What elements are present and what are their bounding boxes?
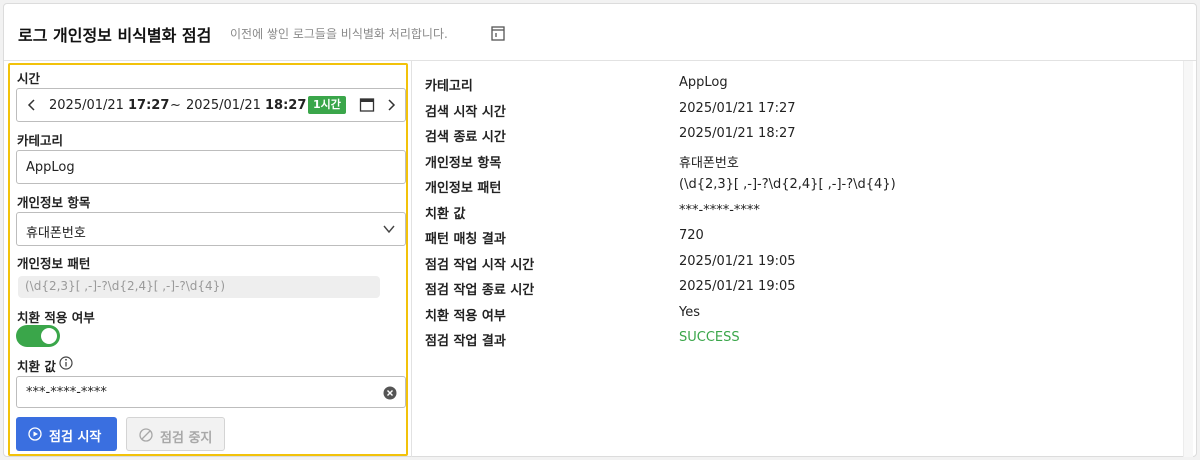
document-icon[interactable] [491,25,505,41]
detail-row: 카테고리 AppLog [425,75,1185,101]
replace-value-input[interactable]: ***-****-**** [16,376,406,408]
detail-value: 2025/01/21 19:05 [679,279,796,294]
pii-pattern-label: 개인정보 패턴 [17,256,91,271]
page-title: 로그 개인정보 비식별화 점검 [18,26,212,45]
detail-key: 점검 작업 결과 [425,334,506,349]
replace-value-label: 치환 값 [17,359,56,374]
detail-value: 휴대폰번호 [679,155,739,171]
duration-badge[interactable]: 1시간 [308,96,346,114]
detail-row: 검색 종료 시간 2025/01/21 18:27 [425,126,1185,152]
detail-row: 점검 작업 결과 SUCCESS [425,330,1185,356]
replace-apply-label: 치환 적용 여부 [17,310,95,325]
stop-circle-icon [139,428,153,442]
detail-row: 검색 시작 시간 2025/01/21 17:27 [425,101,1185,127]
time-label: 시간 [17,71,41,86]
detail-key: 치환 값 [425,206,466,222]
pii-item-select[interactable]: 휴대폰번호 [16,212,406,246]
play-circle-icon [28,427,42,441]
time-end-time: 18:27 [265,98,307,113]
time-start-date: 2025/01/21 [49,98,124,113]
detail-row: 점검 작업 시작 시간 2025/01/21 19:05 [425,254,1185,280]
chevron-down-icon [383,225,395,234]
replace-apply-toggle[interactable] [16,325,60,347]
category-label: 카테고리 [17,133,64,148]
start-check-button[interactable]: 점검 시작 [16,417,117,451]
page-header: 로그 개인정보 비식별화 점검 이전에 쌓인 로그들을 비식별화 처리합니다. [4,4,1196,60]
replace-value-input-value: ***-****-**** [26,385,107,400]
page-subtitle: 이전에 쌓인 로그들을 비식별화 처리합니다. [230,27,448,41]
detail-value: 720 [679,228,704,243]
pii-pattern-field: (\d{2,3}[ ,-]-?\d{2,4}[ ,-]-?\d{4}) [18,276,380,298]
panel-divider [411,61,412,457]
pii-item-label: 개인정보 항목 [17,195,91,210]
detail-key: 패턴 매칭 결과 [425,232,506,247]
clear-icon[interactable] [383,386,397,400]
start-check-button-label: 점검 시작 [49,430,102,445]
detail-value: Yes [679,304,700,320]
detail-value: AppLog [679,75,728,90]
detail-value: 2025/01/21 19:05 [679,253,796,269]
detail-key: 검색 종료 시간 [425,130,506,145]
detail-key: 치환 적용 여부 [425,308,506,324]
chevron-right-icon[interactable] [385,97,397,113]
detail-key: 검색 시작 시간 [425,104,506,120]
header-divider [4,60,1196,61]
detail-key: 카테고리 [425,79,473,94]
detail-value: 2025/01/21 17:27 [679,100,796,116]
detail-value: ***-****-**** [679,202,760,218]
time-range-picker[interactable]: 2025/01/21 17:27 ~ 2025/01/21 18:27 1시간 [16,88,406,122]
detail-key: 개인정보 패턴 [425,181,502,196]
page-frame: 로그 개인정보 비식별화 점검 이전에 쌓인 로그들을 비식별화 처리합니다. … [3,3,1197,457]
calendar-icon[interactable] [359,97,375,113]
time-start-time: 17:27 [128,98,170,113]
detail-row: 개인정보 패턴 (\d{2,3}[ ,-]-?\d{2,4}[ ,-]-?\d{… [425,177,1185,203]
toggle-knob [41,328,57,344]
time-separator: ~ [170,98,181,113]
chevron-left-icon[interactable] [26,97,38,113]
detail-value: 2025/01/21 18:27 [679,126,796,141]
detail-key: 점검 작업 종료 시간 [425,283,535,298]
pii-pattern-value: (\d{2,3}[ ,-]-?\d{2,4}[ ,-]-?\d{4}) [25,279,225,293]
detail-row: 패턴 매칭 결과 720 [425,228,1185,254]
check-form-panel: 시간 2025/01/21 17:27 ~ 2025/01/21 18:27 1… [8,63,408,456]
check-result-details: 카테고리 AppLog 검색 시작 시간 2025/01/21 17:27 검색… [425,75,1185,356]
info-icon[interactable] [59,356,73,370]
category-input-value: AppLog [26,160,75,175]
detail-key: 점검 작업 시작 시간 [425,257,535,273]
scrollbar[interactable] [1183,61,1193,457]
detail-row: 치환 적용 여부 Yes [425,305,1185,331]
stop-check-button[interactable]: 점검 중지 [126,417,225,451]
pii-item-select-value: 휴대폰번호 [26,226,86,241]
detail-row: 점검 작업 종료 시간 2025/01/21 19:05 [425,279,1185,305]
time-end-date: 2025/01/21 [186,98,261,113]
stop-check-button-label: 점검 중지 [160,431,213,446]
status-value: SUCCESS [679,330,740,345]
detail-row: 개인정보 항목 휴대폰번호 [425,152,1185,178]
detail-value: (\d{2,3}[ ,-]-?\d{2,4}[ ,-]-?\d{4}) [679,177,896,192]
category-input[interactable]: AppLog [16,150,406,184]
detail-key: 개인정보 항목 [425,155,502,171]
detail-row: 치환 값 ***-****-**** [425,203,1185,229]
